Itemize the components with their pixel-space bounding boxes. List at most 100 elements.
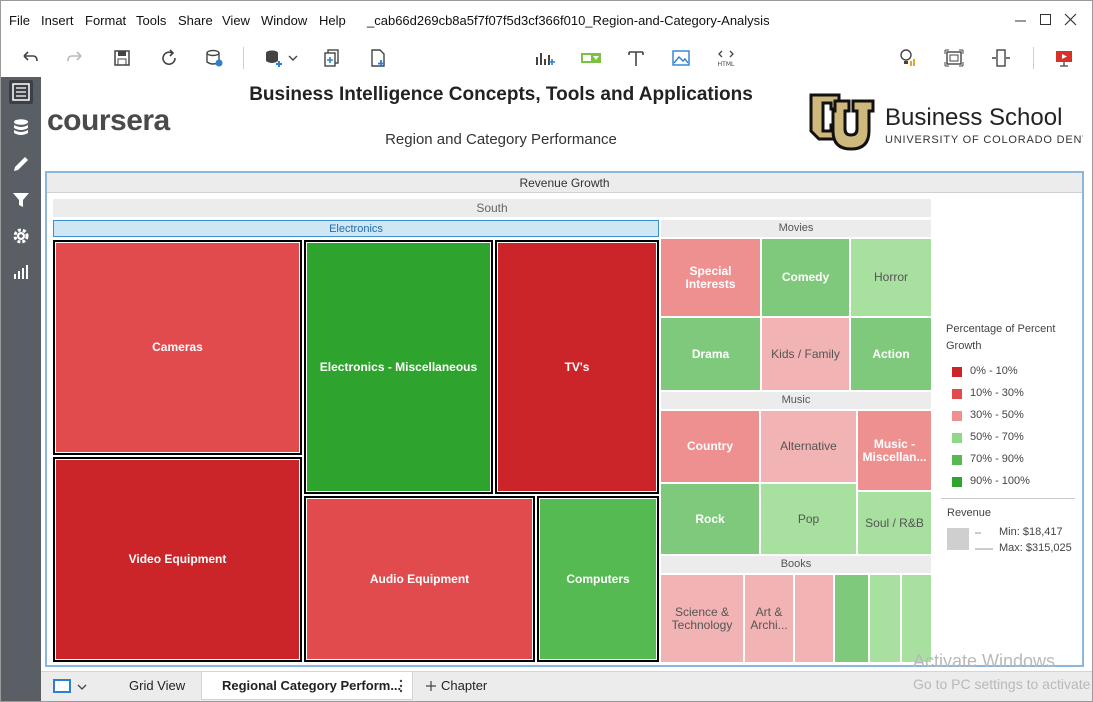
treemap-cell-music-misc[interactable]: Music - Miscellan... [858, 411, 931, 490]
present-icon[interactable] [1053, 47, 1075, 69]
viz-title: Revenue Growth [47, 173, 1082, 193]
group-header-movies[interactable]: Movies [661, 220, 931, 237]
legend-swatch [952, 455, 962, 465]
cell-label: Horror [873, 270, 908, 284]
cell-label: Computers [566, 571, 630, 586]
add-data-icon[interactable] [263, 47, 285, 69]
legend-label: 70% - 90% [970, 453, 1024, 465]
treemap-cell-horror[interactable]: Horror [851, 239, 931, 316]
add-chapter-button[interactable]: Chapter [441, 678, 487, 693]
menu-view[interactable]: View [222, 13, 250, 28]
page-layout-icon[interactable] [53, 679, 71, 693]
close-icon[interactable] [1059, 9, 1083, 31]
cell-label: Video Equipment [128, 552, 227, 566]
chevron-down-icon[interactable] [286, 47, 300, 69]
legend-item[interactable]: 0% - 10% [946, 361, 1086, 383]
treemap-cell-electronics-misc[interactable]: Electronics - Miscellaneous [304, 240, 493, 494]
legend-item[interactable]: 90% - 100% [946, 471, 1086, 493]
plus-icon[interactable] [425, 680, 437, 692]
treemap-cell-soul-rb[interactable]: Soul / R&B [858, 492, 931, 554]
refresh-icon[interactable] [158, 47, 180, 69]
device-layout-icon[interactable] [990, 47, 1012, 69]
filter-control-icon[interactable] [580, 47, 602, 69]
region-header-south[interactable]: South [53, 199, 931, 217]
treemap-cell-art-archi[interactable]: Art & Archi... [745, 575, 793, 662]
menu-insert[interactable]: Insert [41, 13, 74, 28]
activation-watermark: Activate Windows [913, 651, 1056, 671]
treemap-cell-video-equipment[interactable]: Video Equipment [53, 457, 302, 662]
revenue-size-swatch [947, 528, 969, 550]
settings-gear-icon[interactable] [9, 224, 33, 248]
menu-help[interactable]: Help [319, 13, 346, 28]
group-header-music[interactable]: Music [661, 392, 931, 409]
analytics-icon[interactable] [9, 260, 33, 284]
data-source-icon[interactable] [203, 47, 225, 69]
datasets-icon[interactable] [9, 116, 33, 140]
cell-label: Special Interests [685, 263, 736, 291]
more-options-icon[interactable] [398, 679, 404, 693]
treemap-cell-science-technology[interactable]: Science & Technology [661, 575, 743, 662]
table-of-contents-icon[interactable] [9, 80, 33, 104]
treemap-cell-pop[interactable]: Pop [761, 484, 856, 554]
text-icon[interactable] [625, 47, 647, 69]
legend-item[interactable]: 50% - 70% [946, 427, 1086, 449]
html-icon[interactable]: HTML [715, 47, 737, 69]
menu-bar: File Insert Format Tools Share View Wind… [1, 1, 1092, 39]
treemap-cell-cameras[interactable]: Cameras [53, 240, 302, 455]
minimize-icon[interactable] [1009, 9, 1033, 31]
add-chart-icon[interactable] [534, 47, 556, 69]
treemap-cell-tvs[interactable]: TV's [495, 240, 659, 494]
undo-icon[interactable] [19, 47, 41, 69]
legend-item[interactable]: 10% - 30% [946, 383, 1086, 405]
treemap-visualization[interactable]: Revenue Growth South Electronics Cameras… [45, 171, 1084, 667]
treemap-cell-rock[interactable]: Rock [661, 484, 759, 554]
treemap-cell-books-small[interactable] [902, 575, 931, 662]
cell-label: Rock [695, 511, 725, 526]
duplicate-page-icon[interactable] [321, 47, 343, 69]
treemap-cell-computers[interactable]: Computers [537, 496, 659, 662]
treemap-cell-action[interactable]: Action [851, 318, 931, 390]
chevron-down-icon[interactable] [76, 680, 88, 694]
svg-text:HTML: HTML [718, 61, 735, 68]
legend-item[interactable]: 30% - 50% [946, 405, 1086, 427]
menu-format[interactable]: Format [85, 13, 126, 28]
group-header-books[interactable]: Books [661, 556, 931, 573]
presentation-mode-icon[interactable] [943, 47, 965, 69]
legend-label: 90% - 100% [970, 475, 1030, 487]
cell-label: Soul / R&B [865, 515, 924, 530]
activation-watermark-sub: Go to PC settings to activate Windows. [913, 676, 1092, 692]
maximize-icon[interactable] [1034, 9, 1058, 31]
treemap-cell-special-interests[interactable]: Special Interests [661, 239, 760, 316]
treemap-cell-drama[interactable]: Drama [661, 318, 760, 390]
menu-share[interactable]: Share [178, 13, 213, 28]
menu-tools[interactable]: Tools [136, 13, 166, 28]
cell-label: Pop [797, 511, 820, 526]
image-icon[interactable] [670, 47, 692, 69]
treemap-cell-country[interactable]: Country [661, 411, 759, 482]
business-school-name: Business School [885, 104, 1063, 131]
cell-label: Action [872, 346, 910, 361]
lightbulb-icon[interactable] [896, 47, 918, 69]
treemap-cell-audio-equipment[interactable]: Audio Equipment [304, 496, 535, 662]
tab-grid-view[interactable]: Grid View [129, 678, 185, 693]
menu-window[interactable]: Window [261, 13, 307, 28]
treemap-cell-comedy[interactable]: Comedy [762, 239, 849, 316]
cell-label: Country [687, 439, 733, 453]
menu-file[interactable]: File [9, 13, 30, 28]
group-header-electronics[interactable]: Electronics [53, 220, 659, 237]
revenue-min: Min: $18,417 [999, 526, 1063, 538]
save-icon[interactable] [111, 47, 133, 69]
treemap-cell-books-small[interactable] [835, 575, 868, 662]
edit-icon[interactable] [9, 152, 33, 176]
cell-label: Alternative [780, 439, 837, 453]
legend-item[interactable]: 70% - 90% [946, 449, 1086, 471]
treemap-cell-alternative[interactable]: Alternative [761, 411, 856, 482]
treemap-cell-books-small[interactable] [870, 575, 900, 662]
filter-icon[interactable] [9, 188, 33, 212]
treemap-cell-kids-family[interactable]: Kids / Family [762, 318, 849, 390]
tab-regional-category[interactable]: Regional Category Perform... [201, 672, 413, 700]
tab-label: Regional Category Perform... [222, 678, 402, 693]
treemap-cell-books-small[interactable] [795, 575, 833, 662]
new-page-icon[interactable] [367, 47, 389, 69]
redo-icon[interactable] [64, 47, 86, 69]
